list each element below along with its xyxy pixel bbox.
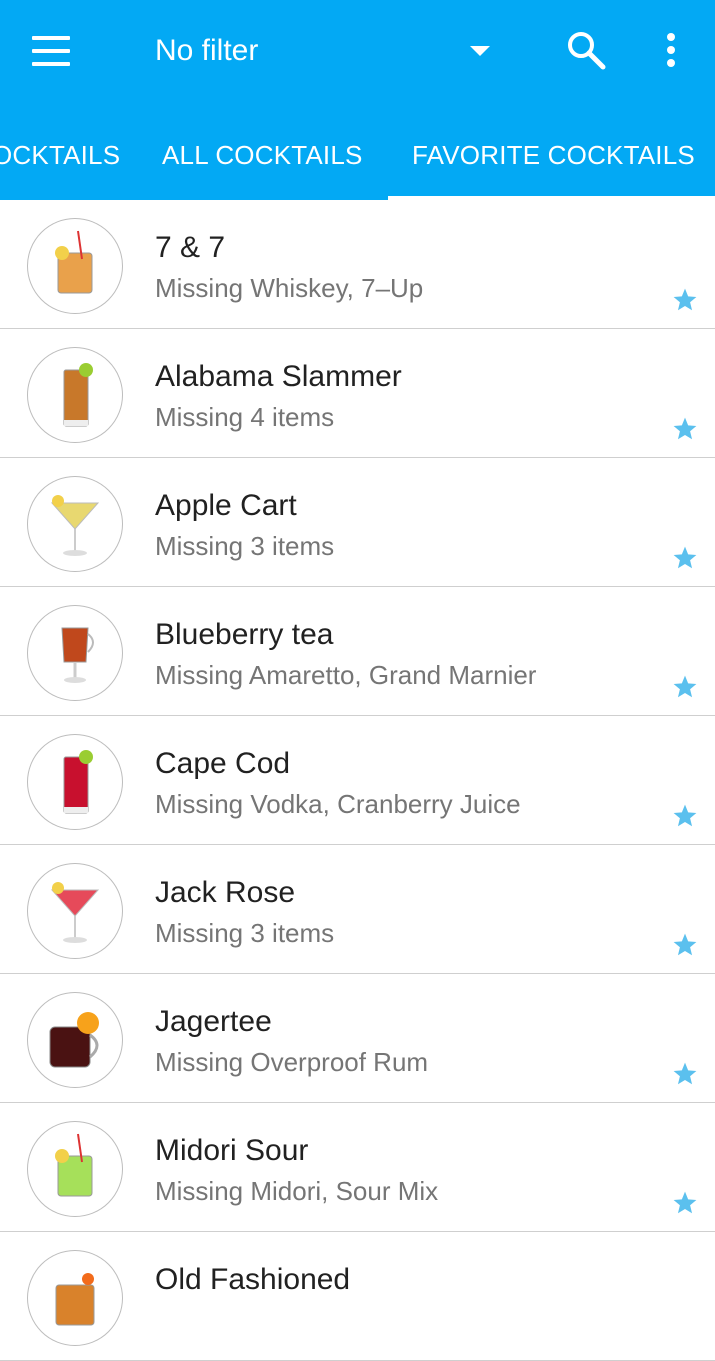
tab-my-cocktails[interactable]: OCKTAILS <box>0 130 120 180</box>
cocktail-row[interactable]: Cape Cod Missing Vodka, Cranberry Juice <box>0 716 715 845</box>
missing-ingredients-text: Missing Overproof Rum <box>155 1047 429 1077</box>
filter-dropdown-label[interactable]: No filter <box>155 32 258 70</box>
missing-ingredients-text: Missing Amaretto, Grand Marnier <box>155 660 537 690</box>
favorite-star-icon[interactable] <box>672 1190 698 1216</box>
cocktail-row[interactable]: Midori Sour Missing Midori, Sour Mix <box>0 1103 715 1232</box>
mug-drink-icon <box>27 992 123 1088</box>
tab-all-cocktails[interactable]: ALL COCKTAILS <box>162 130 363 180</box>
favorite-star-icon[interactable] <box>672 803 698 829</box>
toddy-glass-icon <box>27 605 123 701</box>
cocktail-row[interactable]: 7 & 7 Missing Whiskey, 7–Up <box>0 200 715 329</box>
highball-drink-icon <box>27 218 123 314</box>
missing-ingredients-text: Missing Whiskey, 7–Up <box>155 273 424 303</box>
cocktail-name: Jagertee <box>155 1005 272 1038</box>
cocktail-list: 7 & 7 Missing Whiskey, 7–Up Alabama Slamm… <box>0 200 715 1361</box>
tab-favorite-cocktails[interactable]: FAVORITE COCKTAILS <box>412 130 695 180</box>
favorite-star-icon[interactable] <box>672 932 698 958</box>
hamburger-menu-icon[interactable] <box>32 36 70 66</box>
martini-glass-icon <box>27 476 123 572</box>
missing-ingredients-text: Missing Vodka, Cranberry Juice <box>155 789 521 819</box>
cocktail-row[interactable]: Blueberry tea Missing Amaretto, Grand Mar… <box>0 587 715 716</box>
search-icon[interactable] <box>566 30 606 70</box>
highball-drink-icon <box>27 1121 123 1217</box>
cocktail-name: Old Fashioned <box>155 1263 351 1296</box>
missing-ingredients-text: Missing 3 items <box>155 918 335 948</box>
cocktail-name: Apple Cart <box>155 489 297 522</box>
tall-glass-drink-icon <box>27 347 123 443</box>
cocktail-row[interactable]: Jack Rose Missing 3 items <box>0 845 715 974</box>
cocktail-name: Midori Sour <box>155 1134 309 1167</box>
cocktail-row[interactable]: Jagertee Missing Overproof Rum <box>0 974 715 1103</box>
dropdown-arrow-icon[interactable] <box>468 44 492 58</box>
martini-glass-icon <box>27 863 123 959</box>
cocktail-row[interactable]: Alabama Slammer Missing 4 items <box>0 329 715 458</box>
favorite-star-icon[interactable] <box>672 674 698 700</box>
cocktail-name: 7 & 7 <box>155 231 226 264</box>
tall-glass-drink-icon <box>27 734 123 830</box>
favorite-star-icon[interactable] <box>672 287 698 313</box>
favorite-star-icon[interactable] <box>672 416 698 442</box>
cocktail-row[interactable]: Old Fashioned <box>0 1232 715 1361</box>
cocktail-name: Blueberry tea <box>155 618 334 651</box>
more-vert-icon[interactable] <box>660 32 682 70</box>
cocktail-name: Cape Cod <box>155 747 291 780</box>
cocktail-row[interactable]: Apple Cart Missing 3 items <box>0 458 715 587</box>
favorite-star-icon[interactable] <box>672 545 698 571</box>
cocktail-name: Alabama Slammer <box>155 360 402 393</box>
missing-ingredients-text: Missing 3 items <box>155 531 335 561</box>
cocktail-name: Jack Rose <box>155 876 296 909</box>
missing-ingredients-text: Missing Midori, Sour Mix <box>155 1176 439 1206</box>
app-bar: No filter OCKTAILS ALL COCKTAILS FAVORIT… <box>0 0 715 200</box>
favorite-star-icon[interactable] <box>672 1061 698 1087</box>
lowball-drink-icon <box>27 1250 123 1346</box>
missing-ingredients-text: Missing 4 items <box>155 402 335 432</box>
